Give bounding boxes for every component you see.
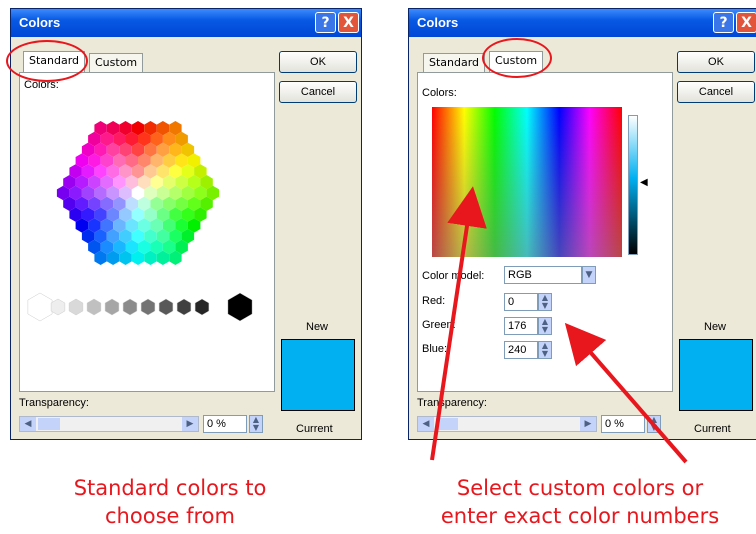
right-caption: Select custom colors or enter exact colo… [404, 474, 756, 530]
annotation-arrows [430, 186, 688, 464]
arrow-to-rgb-fields [564, 322, 688, 464]
left-caption-line1: Standard colors to [73, 476, 267, 500]
left-caption: Standard colors to choose from [20, 474, 320, 530]
right-caption-line2: enter exact color numbers [440, 504, 720, 528]
arrow-to-spectrum [430, 186, 487, 461]
right-caption-line1: Select custom colors or [456, 476, 704, 500]
left-caption-line2: choose from [105, 504, 235, 528]
